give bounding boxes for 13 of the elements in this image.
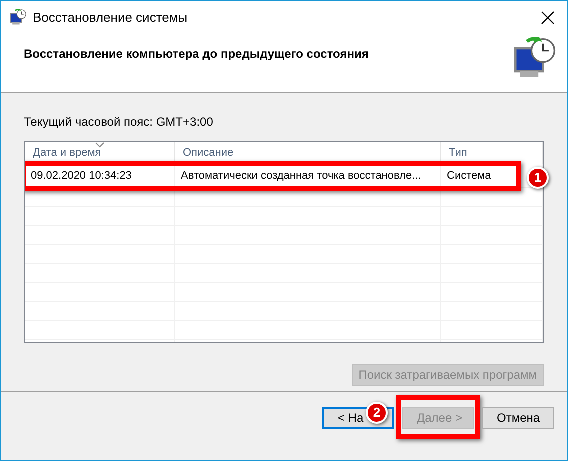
timezone-label: Текущий часовой пояс: GMT+3:00: [24, 114, 214, 131]
column-header[interactable]: Дата и время: [25, 142, 175, 164]
column-header[interactable]: Тип: [441, 142, 543, 164]
table-cell: Автоматически созданная точка восстановле...: [181, 168, 422, 182]
window-title: Восстановление системы: [33, 9, 188, 28]
header-title: Восстановление компьютера до предыдущего состояния: [24, 46, 369, 63]
wizard-button[interactable]: Отмена: [482, 407, 554, 429]
system-restore-icon: [9, 9, 27, 27]
table-cell: Система: [447, 168, 492, 182]
close-icon[interactable]: [541, 11, 555, 25]
step-number-overlay: 2: [366, 402, 388, 424]
table-cell: 09.02.2020 10:34:23: [31, 168, 132, 182]
column-header[interactable]: Описание: [175, 142, 441, 164]
